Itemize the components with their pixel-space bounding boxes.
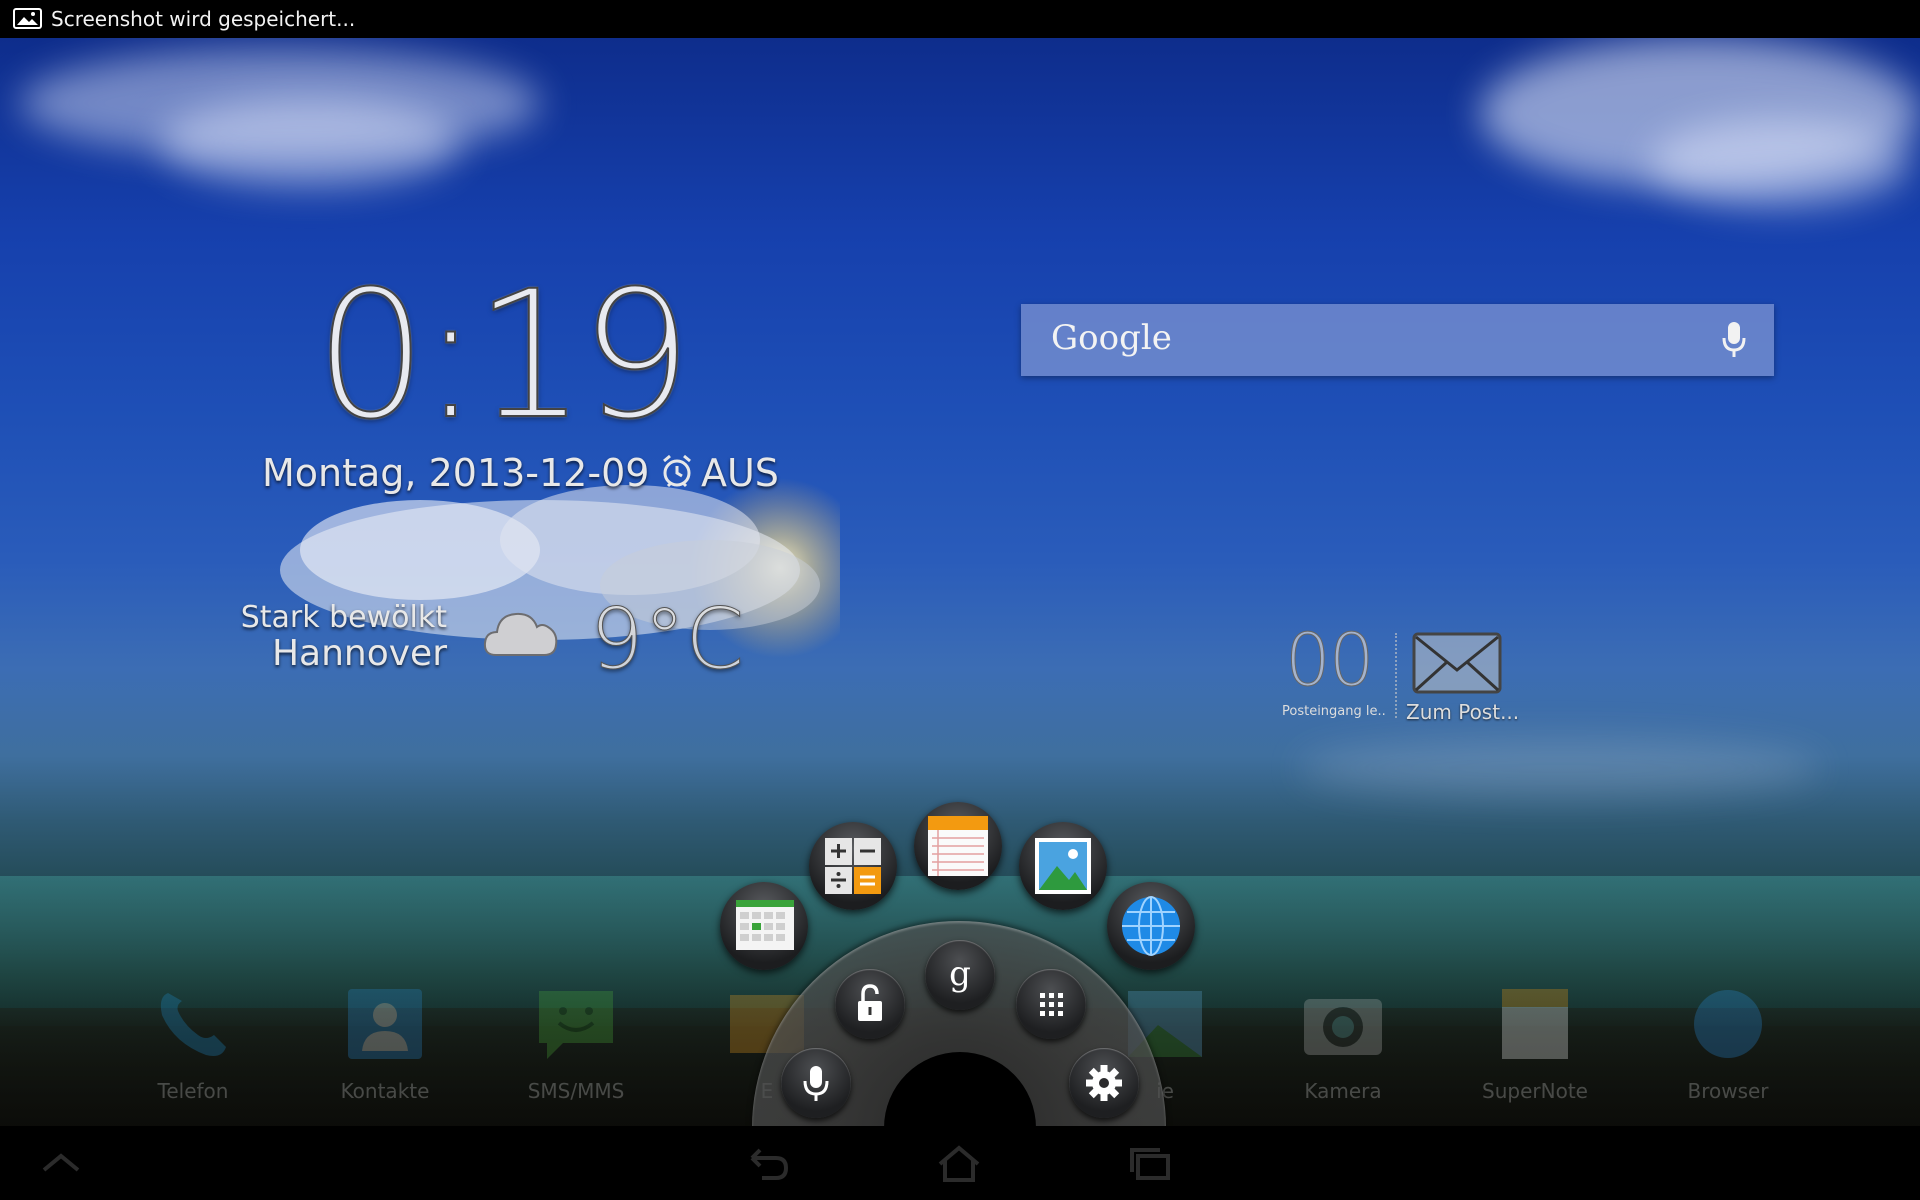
clock-time[interactable]: 0:19 — [314, 267, 695, 445]
weather-temperature: 9°C — [589, 590, 745, 689]
all-apps-icon — [1040, 993, 1063, 1016]
dock-label-kamera: Kamera — [1304, 1079, 1382, 1103]
dock-item-browser[interactable]: Browser — [1673, 985, 1783, 1103]
calendar-icon — [736, 900, 794, 950]
dock-label-browser: Browser — [1687, 1079, 1769, 1103]
dock-label-kontakte: Kontakte — [340, 1079, 430, 1103]
dock-item-kamera[interactable]: Kamera — [1288, 985, 1398, 1103]
navigation-bar — [0, 1126, 1920, 1200]
browser-icon — [1694, 990, 1762, 1058]
cloud-icon — [483, 612, 558, 656]
envelope-icon[interactable] — [1412, 632, 1502, 694]
gallery-photo-icon — [1035, 838, 1091, 894]
all-apps-button[interactable] — [1016, 969, 1086, 1039]
settings-icon — [1086, 1065, 1122, 1101]
google-search-icon: g — [949, 954, 971, 994]
google-search-bar[interactable]: Google — [1021, 304, 1774, 376]
supernote-icon — [1502, 989, 1568, 1059]
mail-divider — [1395, 633, 1397, 718]
dock-item-sms[interactable]: SMS/MMS — [521, 985, 631, 1103]
alarm-status: AUS — [701, 451, 779, 495]
svg-text:g: g — [949, 954, 971, 994]
back-icon[interactable] — [742, 1144, 792, 1182]
unlock-button[interactable] — [835, 969, 905, 1039]
favorite-calendar[interactable] — [720, 882, 808, 970]
settings-button[interactable] — [1069, 1048, 1139, 1118]
camera-icon — [1304, 999, 1382, 1055]
home-screen: Screenshot wird gespeichert... 0:19 Mont… — [0, 0, 1920, 1200]
favorite-browser[interactable] — [1107, 882, 1195, 970]
weather-condition: Stark bewölkt — [240, 600, 447, 635]
status-bar[interactable]: Screenshot wird gespeichert... — [0, 0, 1920, 38]
phone-icon — [160, 993, 226, 1056]
mail-goto-label[interactable]: Zum Post... — [1406, 700, 1519, 724]
dock-label-telefon: Telefon — [157, 1079, 229, 1103]
dock-label-sms: SMS/MMS — [527, 1079, 625, 1103]
favorite-notes[interactable] — [914, 802, 1002, 890]
globe-icon — [1122, 896, 1180, 956]
home-icon[interactable] — [934, 1144, 984, 1182]
alarm-clock-icon — [663, 454, 691, 488]
clock-date: Montag, 2013-12-09 — [262, 451, 650, 495]
contacts-icon — [348, 989, 422, 1059]
sms-icon — [539, 991, 613, 1059]
unlock-icon — [858, 984, 882, 1021]
google-search-label: Google — [1051, 318, 1172, 358]
calculator-icon — [825, 838, 881, 894]
google-search-button[interactable]: g — [925, 940, 995, 1010]
nav-keyboard-hide-icon[interactable] — [36, 1144, 86, 1182]
dock-label-supernote: SuperNote — [1482, 1079, 1588, 1103]
notes-icon — [928, 816, 988, 876]
dock-item-telefon[interactable]: Telefon — [138, 985, 248, 1103]
favorite-calculator[interactable] — [809, 822, 897, 910]
voice-search-button[interactable] — [781, 1048, 851, 1118]
recent-apps-icon[interactable] — [1126, 1144, 1176, 1182]
mic-icon[interactable] — [1722, 320, 1746, 360]
screenshot-icon — [13, 8, 42, 29]
notification-text: Screenshot wird gespeichert... — [51, 7, 356, 31]
mail-unread-count[interactable]: 00 — [1285, 618, 1376, 703]
mail-inbox-label: Posteingang le... — [1282, 704, 1386, 719]
weather-city[interactable]: Hannover — [272, 633, 447, 674]
voice-search-icon — [803, 1066, 829, 1101]
favorite-gallery[interactable] — [1019, 822, 1107, 910]
dock-item-supernote[interactable]: SuperNote — [1480, 985, 1590, 1103]
dock-item-kontakte[interactable]: Kontakte — [330, 985, 440, 1103]
